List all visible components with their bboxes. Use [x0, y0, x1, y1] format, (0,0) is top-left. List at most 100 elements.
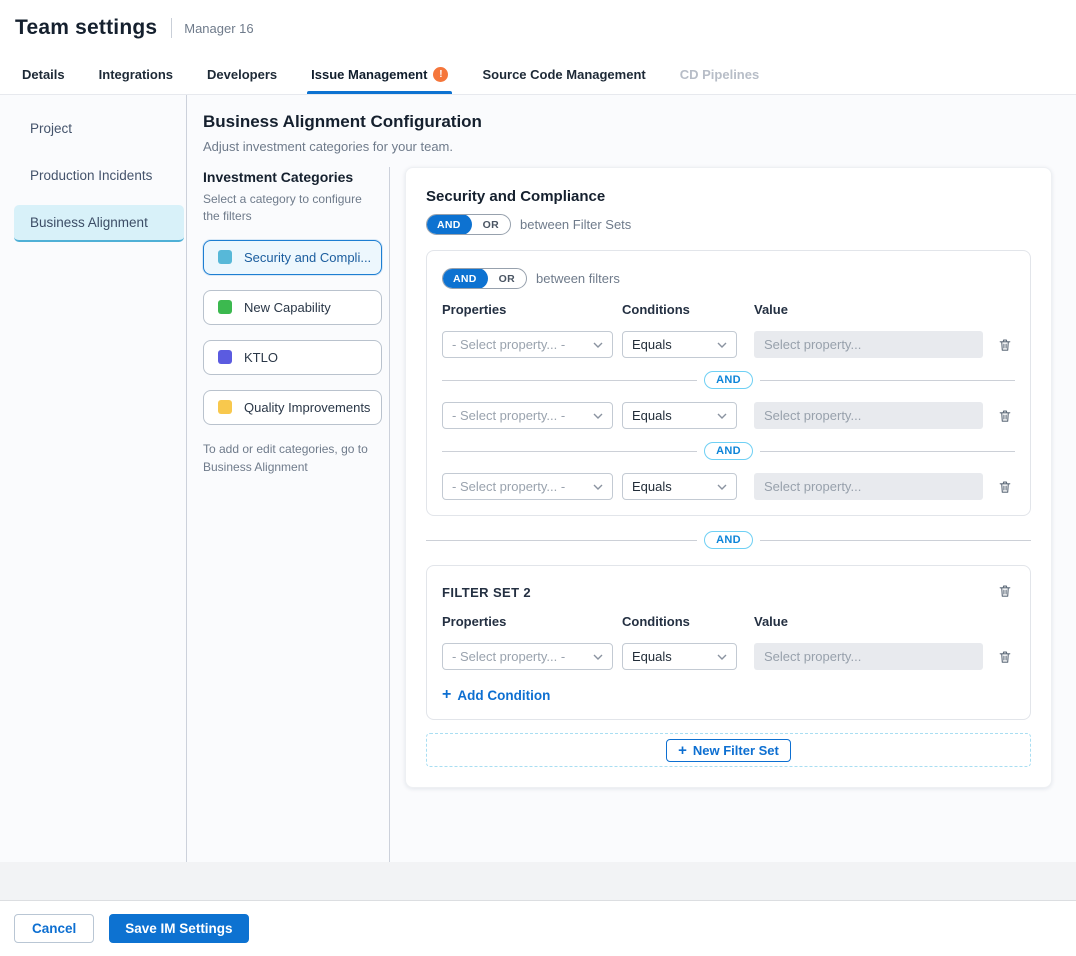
tab-cd-pipelines: CD Pipelines [680, 56, 759, 94]
filter-row: - Select property... - Equals [442, 643, 1015, 670]
new-filter-set-button[interactable]: + New Filter Set [666, 739, 791, 762]
new-filter-set-dropzone: + New Filter Set [426, 733, 1031, 767]
value-input[interactable] [754, 643, 983, 670]
sidebar-item-business-alignment[interactable]: Business Alignment [14, 205, 184, 242]
filter-row: - Select property... - Equals [442, 473, 1015, 500]
trash-icon [997, 649, 1013, 665]
and-option[interactable]: AND [426, 214, 472, 235]
value-input[interactable] [754, 402, 983, 429]
filters-and-or-toggle[interactable]: AND OR [442, 268, 527, 289]
filter-set-2-title: FILTER SET 2 [442, 581, 531, 600]
category-config-card: Security and Compliance AND OR between F… [405, 167, 1052, 788]
filter-column-headers: Properties Conditions Value [442, 614, 1015, 629]
property-select[interactable]: - Select property... - [442, 473, 613, 500]
tab-issue-management[interactable]: Issue Management ! [311, 56, 448, 94]
value-input[interactable] [754, 473, 983, 500]
chevron-down-icon [717, 654, 727, 660]
category-color-swatch [218, 250, 232, 264]
category-ktlo[interactable]: KTLO [203, 340, 382, 375]
section-title: Business Alignment Configuration [203, 112, 1060, 132]
section-subtitle: Adjust investment categories for your te… [203, 139, 1060, 154]
bottom-spacer [0, 862, 1076, 901]
between-filters-label: between filters [536, 271, 620, 286]
trash-icon [997, 479, 1013, 495]
filter-sets-and-connector: AND [426, 531, 1031, 549]
categories-subtitle: Select a category to configure the filte… [203, 191, 377, 226]
plus-icon: + [678, 743, 687, 758]
filter-set-1: AND OR between filters Properties Condit… [426, 250, 1031, 516]
category-config-title: Security and Compliance [426, 188, 1031, 205]
filter-set-2: FILTER SET 2 Properties Conditions Value [426, 565, 1031, 720]
sidebar-item-production-incidents[interactable]: Production Incidents [0, 158, 186, 193]
category-color-swatch [218, 300, 232, 314]
between-filter-sets-label: between Filter Sets [520, 217, 631, 232]
delete-filter-button[interactable] [995, 335, 1015, 355]
content-area: Project Production Incidents Business Al… [0, 95, 1076, 862]
tab-source-code-management[interactable]: Source Code Management [482, 56, 645, 94]
or-option[interactable]: OR [488, 273, 526, 285]
or-option[interactable]: OR [472, 219, 510, 231]
section-header: Business Alignment Configuration Adjust … [187, 95, 1076, 167]
tab-integrations[interactable]: Integrations [99, 56, 173, 94]
filter-sets-and-or-toggle[interactable]: AND OR [426, 214, 511, 235]
chevron-down-icon [717, 342, 727, 348]
category-color-swatch [218, 350, 232, 364]
condition-select[interactable]: Equals [622, 402, 737, 429]
filter-row: - Select property... - Equals [442, 331, 1015, 358]
investment-categories-panel: Investment Categories Select a category … [187, 167, 390, 862]
filter-config-area: Security and Compliance AND OR between F… [390, 167, 1076, 862]
delete-filter-button[interactable] [995, 406, 1015, 426]
delete-filter-button[interactable] [995, 477, 1015, 497]
add-condition-button[interactable]: + Add Condition [442, 687, 550, 703]
property-select[interactable]: - Select property... - [442, 331, 613, 358]
category-new-capability[interactable]: New Capability [203, 290, 382, 325]
title-bar: Team settings Manager 16 [0, 0, 1076, 56]
category-security-and-compliance[interactable]: Security and Compli... [203, 240, 382, 275]
delete-filter-button[interactable] [995, 647, 1015, 667]
category-color-swatch [218, 400, 232, 414]
categories-title: Investment Categories [203, 169, 377, 185]
tab-details[interactable]: Details [22, 56, 65, 94]
sidebar-item-project[interactable]: Project [0, 111, 186, 146]
cancel-button[interactable]: Cancel [14, 914, 94, 943]
delete-filter-set-button[interactable] [995, 581, 1015, 601]
settings-sidebar: Project Production Incidents Business Al… [0, 95, 187, 862]
tab-developers[interactable]: Developers [207, 56, 277, 94]
properties-header: Properties [442, 614, 613, 629]
property-select[interactable]: - Select property... - [442, 402, 613, 429]
chevron-down-icon [593, 484, 603, 490]
and-connector: AND [442, 442, 1015, 460]
chevron-down-icon [593, 413, 603, 419]
conditions-header: Conditions [622, 302, 737, 317]
chevron-down-icon [593, 342, 603, 348]
plus-icon: + [442, 687, 451, 703]
condition-select[interactable]: Equals [622, 643, 737, 670]
filter-column-headers: Properties Conditions Value [442, 302, 1015, 317]
filter-row: - Select property... - Equals [442, 402, 1015, 429]
settings-tab-bar: Details Integrations Developers Issue Ma… [0, 56, 1076, 95]
conditions-header: Conditions [622, 614, 737, 629]
category-quality-improvements[interactable]: Quality Improvements [203, 390, 382, 425]
and-connector: AND [442, 371, 1015, 389]
business-alignment-section: Business Alignment Configuration Adjust … [187, 95, 1076, 862]
warning-badge-icon: ! [433, 67, 448, 82]
trash-icon [997, 408, 1013, 424]
page-title: Team settings [15, 16, 157, 40]
title-divider [171, 18, 172, 38]
team-name: Manager 16 [184, 21, 253, 36]
chevron-down-icon [593, 654, 603, 660]
trash-icon [997, 583, 1013, 599]
property-select[interactable]: - Select property... - [442, 643, 613, 670]
and-option[interactable]: AND [442, 268, 488, 289]
condition-select[interactable]: Equals [622, 473, 737, 500]
value-input[interactable] [754, 331, 983, 358]
categories-footnote: To add or edit categories, go to Busines… [203, 440, 377, 476]
action-footer: Cancel Save IM Settings [0, 901, 1076, 956]
properties-header: Properties [442, 302, 613, 317]
chevron-down-icon [717, 484, 727, 490]
team-settings-page: Team settings Manager 16 Details Integra… [0, 0, 1076, 956]
save-im-settings-button[interactable]: Save IM Settings [109, 914, 248, 943]
value-header: Value [754, 302, 983, 317]
value-header: Value [754, 614, 983, 629]
condition-select[interactable]: Equals [622, 331, 737, 358]
